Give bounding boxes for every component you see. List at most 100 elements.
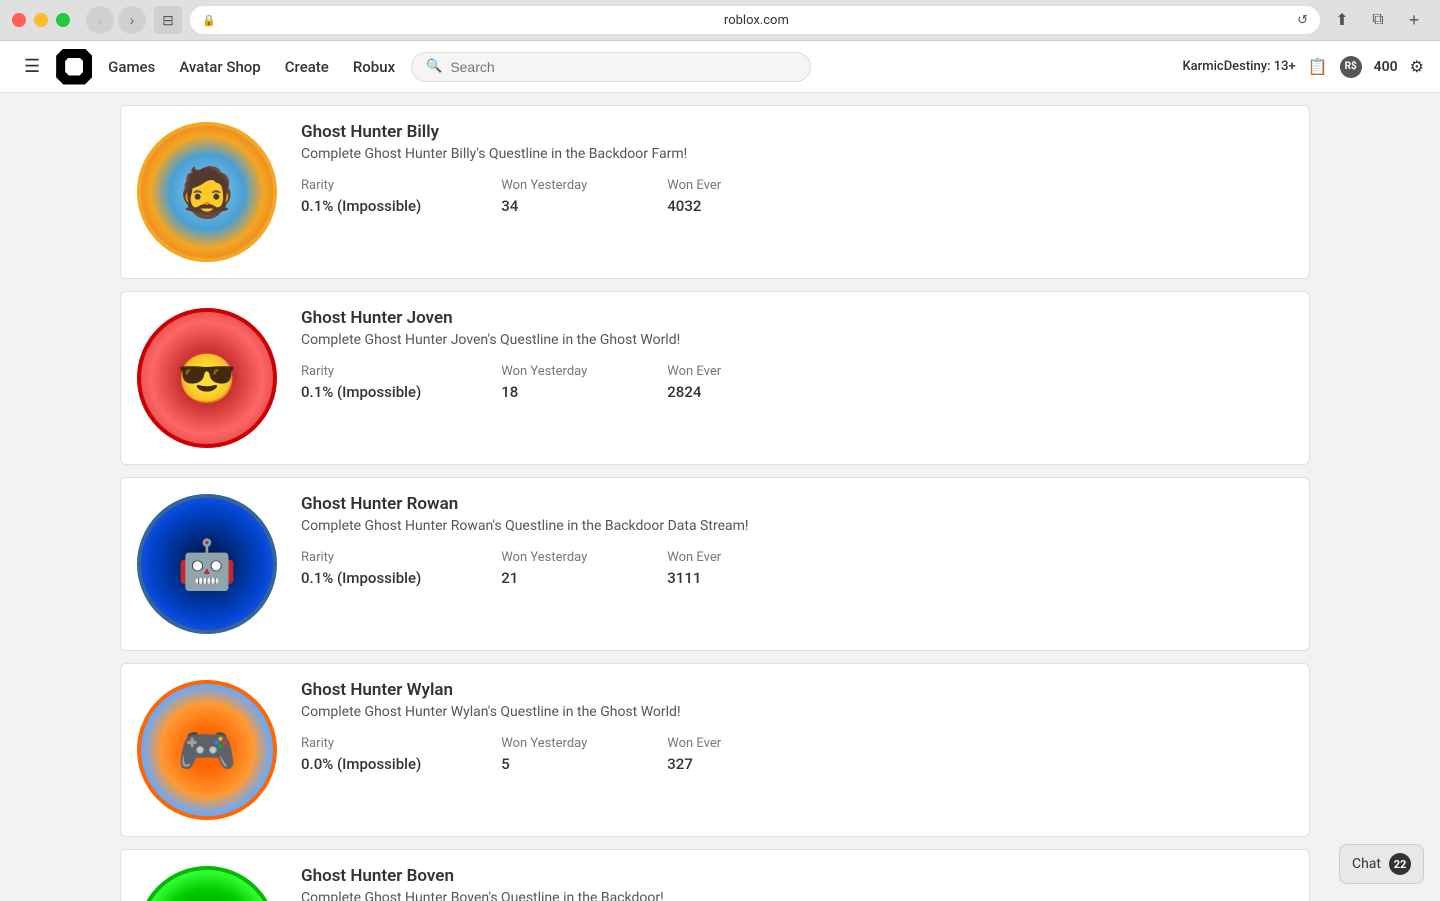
badge-avatar-icon: 🧔 <box>141 126 273 258</box>
rarity-value: 0.1% (Impossible) <box>301 569 421 587</box>
badge-info: Ghost Hunter Joven Complete Ghost Hunter… <box>301 308 1293 401</box>
roblox-navbar: ☰ Games Avatar Shop Create Robux 🔍 Karmi… <box>0 41 1440 93</box>
badge-stats: Rarity 0.1% (Impossible) Won Yesterday 1… <box>301 364 1293 401</box>
share-button[interactable]: ⬆ <box>1328 6 1356 34</box>
minimize-button[interactable] <box>34 13 48 27</box>
back-button[interactable]: ‹ <box>86 6 114 34</box>
badge-item: 🤖 Ghost Hunter Rowan Complete Ghost Hunt… <box>120 477 1310 651</box>
stat-won-yesterday: Won Yesterday 18 <box>501 364 587 401</box>
won-ever-label: Won Ever <box>667 364 721 379</box>
badge-item: 🧔 Ghost Hunter Billy Complete Ghost Hunt… <box>120 105 1310 279</box>
chat-bubble[interactable]: Chat 22 <box>1339 844 1424 884</box>
rarity-value: 0.1% (Impossible) <box>301 197 421 215</box>
badge-name: Ghost Hunter Joven <box>301 308 1293 328</box>
rarity-value: 0.0% (Impossible) <box>301 755 421 773</box>
won-ever-value: 2824 <box>667 383 721 401</box>
nav-buttons: ‹ › <box>86 6 146 34</box>
stat-won-yesterday: Won Yesterday 5 <box>501 736 587 773</box>
stat-rarity: Rarity 0.1% (Impossible) <box>301 550 421 587</box>
search-icon: 🔍 <box>426 59 442 74</box>
won-yesterday-value: 18 <box>501 383 587 401</box>
won-yesterday-value: 34 <box>501 197 587 215</box>
username-label: KarmicDestiny: 13+ <box>1182 59 1295 74</box>
badge-info: Ghost Hunter Boven Complete Ghost Hunter… <box>301 866 1293 901</box>
badge-description: Complete Ghost Hunter Boven's Questline … <box>301 890 1293 901</box>
badge-stats: Rarity 0.1% (Impossible) Won Yesterday 2… <box>301 550 1293 587</box>
stat-won-ever: Won Ever 4032 <box>667 178 721 215</box>
rarity-label: Rarity <box>301 736 421 751</box>
badge-name: Ghost Hunter Billy <box>301 122 1293 142</box>
stat-rarity: Rarity 0.1% (Impossible) <box>301 178 421 215</box>
badge-description: Complete Ghost Hunter Rowan's Questline … <box>301 518 1293 534</box>
stat-rarity: Rarity 0.0% (Impossible) <box>301 736 421 773</box>
stat-won-ever: Won Ever 327 <box>667 736 721 773</box>
browser-toolbar-right: ⬆ ⧉ + <box>1328 6 1428 34</box>
badge-info: Ghost Hunter Billy Complete Ghost Hunter… <box>301 122 1293 215</box>
won-yesterday-value: 21 <box>501 569 587 587</box>
robux-currency-icon: R$ <box>1340 56 1362 78</box>
badge-image: 🎮 <box>137 680 277 820</box>
won-yesterday-label: Won Yesterday <box>501 178 587 193</box>
browser-titlebar: ‹ › ⊟ 🔒 roblox.com ↺ ⬆ ⧉ + <box>0 0 1440 40</box>
won-yesterday-label: Won Yesterday <box>501 364 587 379</box>
badge-info: Ghost Hunter Wylan Complete Ghost Hunter… <box>301 680 1293 773</box>
notifications-button[interactable]: 📋 <box>1308 57 1328 77</box>
maximize-button[interactable] <box>56 13 70 27</box>
reload-button[interactable]: ↺ <box>1297 12 1308 28</box>
rarity-value: 0.1% (Impossible) <box>301 383 421 401</box>
badge-stats: Rarity 0.0% (Impossible) Won Yesterday 5… <box>301 736 1293 773</box>
stat-won-ever: Won Ever 2824 <box>667 364 721 401</box>
close-button[interactable] <box>12 13 26 27</box>
hamburger-menu-button[interactable]: ☰ <box>16 48 48 85</box>
badge-name: Ghost Hunter Wylan <box>301 680 1293 700</box>
badge-info: Ghost Hunter Rowan Complete Ghost Hunter… <box>301 494 1293 587</box>
forward-button[interactable]: › <box>118 6 146 34</box>
badge-avatar-icon: 😎 <box>141 312 273 444</box>
chat-count-badge: 22 <box>1389 853 1411 875</box>
roblox-logo[interactable] <box>56 49 92 85</box>
won-ever-value: 3111 <box>667 569 721 587</box>
badge-stats: Rarity 0.1% (Impossible) Won Yesterday 3… <box>301 178 1293 215</box>
badge-image: 😎 <box>137 308 277 448</box>
url-text: roblox.com <box>222 13 1291 28</box>
add-bookmark-button[interactable]: ⧉ <box>1364 6 1392 34</box>
search-bar[interactable]: 🔍 <box>411 52 811 82</box>
stat-won-yesterday: Won Yesterday 21 <box>501 550 587 587</box>
badge-image: 🤖 <box>137 494 277 634</box>
badge-description: Complete Ghost Hunter Wylan's Questline … <box>301 704 1293 720</box>
nav-robux-link[interactable]: Robux <box>353 50 395 84</box>
robux-amount: 400 <box>1374 59 1398 75</box>
won-ever-value: 327 <box>667 755 721 773</box>
stat-won-yesterday: Won Yesterday 34 <box>501 178 587 215</box>
won-ever-value: 4032 <box>667 197 721 215</box>
badge-item: 🎮 Ghost Hunter Wylan Complete Ghost Hunt… <box>120 663 1310 837</box>
sidebar-toggle-button[interactable]: ⊟ <box>154 6 182 34</box>
rarity-label: Rarity <box>301 178 421 193</box>
nav-right-section: KarmicDestiny: 13+ 📋 R$ 400 ⚙ <box>1182 56 1424 78</box>
badge-image: 🧔 <box>137 122 277 262</box>
new-tab-button[interactable]: + <box>1400 6 1428 34</box>
badge-avatar-icon: 🦸 <box>141 870 273 901</box>
rarity-label: Rarity <box>301 364 421 379</box>
settings-button[interactable]: ⚙ <box>1410 57 1424 77</box>
won-ever-label: Won Ever <box>667 550 721 565</box>
nav-create-link[interactable]: Create <box>285 50 329 84</box>
badge-item: 😎 Ghost Hunter Joven Complete Ghost Hunt… <box>120 291 1310 465</box>
nav-games-link[interactable]: Games <box>108 50 155 84</box>
won-yesterday-label: Won Yesterday <box>501 550 587 565</box>
won-ever-label: Won Ever <box>667 736 721 751</box>
chat-label: Chat <box>1352 856 1381 872</box>
badge-avatar-icon: 🤖 <box>141 498 273 630</box>
stat-won-ever: Won Ever 3111 <box>667 550 721 587</box>
rarity-label: Rarity <box>301 550 421 565</box>
badge-description: Complete Ghost Hunter Joven's Questline … <box>301 332 1293 348</box>
won-yesterday-value: 5 <box>501 755 587 773</box>
won-yesterday-label: Won Yesterday <box>501 736 587 751</box>
nav-links: Games Avatar Shop Create Robux <box>108 50 395 84</box>
badge-item: 🦸 Ghost Hunter Boven Complete Ghost Hunt… <box>120 849 1310 901</box>
search-input[interactable] <box>450 59 796 75</box>
main-content: 🧔 Ghost Hunter Billy Complete Ghost Hunt… <box>0 93 1440 901</box>
badge-avatar-icon: 🎮 <box>141 684 273 816</box>
badge-name: Ghost Hunter Rowan <box>301 494 1293 514</box>
nav-avatar-shop-link[interactable]: Avatar Shop <box>179 50 260 84</box>
